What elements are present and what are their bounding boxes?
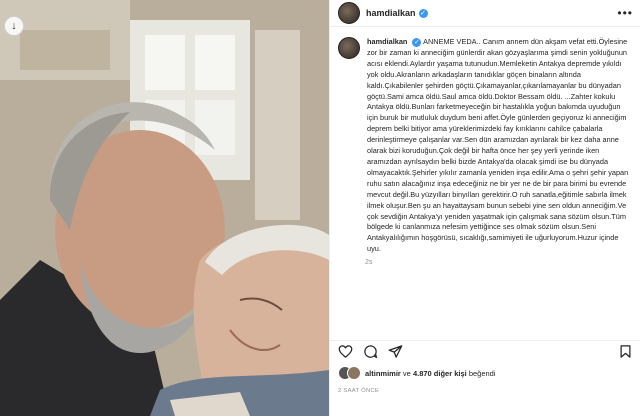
liker-username[interactable]: altinmimir bbox=[365, 369, 401, 378]
caption-username[interactable]: hamdialkan bbox=[367, 37, 407, 46]
heart-icon[interactable] bbox=[338, 344, 353, 359]
likes-row: altinmimir ve 4.870 diğer kişi beğendi bbox=[338, 366, 496, 380]
comment-icon[interactable] bbox=[363, 344, 378, 359]
likes-text: altinmimir ve 4.870 diğer kişi beğendi bbox=[365, 369, 496, 378]
action-bar bbox=[330, 340, 640, 362]
header-username[interactable]: hamdialkan bbox=[366, 8, 416, 18]
caption-body: ANNEME VEDA.. Canım annem dün akşam vefa… bbox=[367, 37, 629, 254]
likes-suffix: beğendi bbox=[466, 368, 496, 378]
caption-verified-icon: ✓ bbox=[412, 38, 422, 47]
post-panel: hamdialkan ✓ ••• hamdialkan ✓ ANNEME VED… bbox=[329, 0, 640, 416]
posted-time[interactable]: 2 SAAT ÖNCE bbox=[338, 388, 379, 394]
caption-avatar[interactable] bbox=[338, 37, 360, 59]
bookmark-icon[interactable] bbox=[618, 344, 633, 359]
post-header: hamdialkan ✓ ••• bbox=[330, 0, 640, 27]
caption-text: hamdialkan ✓ ANNEME VEDA.. Canım annem d… bbox=[367, 37, 633, 255]
more-horizontal-icon[interactable]: ••• bbox=[617, 6, 633, 20]
caption-block: hamdialkan ✓ ANNEME VEDA.. Canım annem d… bbox=[330, 27, 640, 255]
share-icon[interactable] bbox=[388, 344, 403, 359]
likes-count[interactable]: 4.870 diğer kişi bbox=[413, 369, 467, 378]
liker-avatar[interactable] bbox=[347, 366, 361, 380]
verified-badge-icon: ✓ bbox=[418, 8, 428, 18]
caption-time[interactable]: 2s bbox=[365, 259, 640, 266]
download-icon[interactable]: ↓ bbox=[4, 16, 24, 36]
likes-middle: ve bbox=[400, 368, 413, 378]
photo-illustration bbox=[0, 0, 329, 416]
post-photo: ↓ bbox=[0, 0, 329, 416]
avatar[interactable] bbox=[338, 2, 360, 24]
